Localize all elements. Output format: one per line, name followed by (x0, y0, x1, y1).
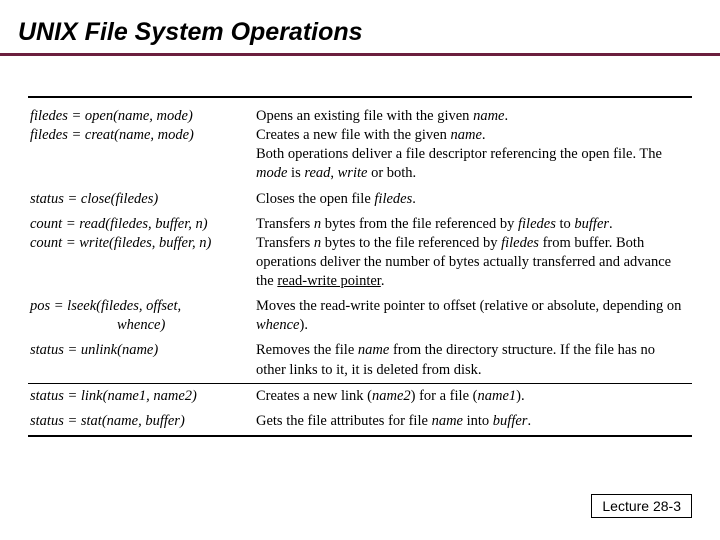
op-desc-stat: Gets the file attributes for file name i… (254, 409, 692, 436)
op-desc-lseek: Moves the read-write pointer to offset (… (254, 294, 692, 338)
table-row: count = read(filedes, buffer, n) count =… (28, 212, 692, 295)
operations-table: filedes = open(name, mode) filedes = cre… (28, 96, 692, 437)
op-desc-close: Closes the open file filedes. (254, 187, 692, 212)
table-row: status = close(filedes) Closes the open … (28, 187, 692, 212)
op-desc-link: Creates a new link (name2) for a file (n… (254, 383, 692, 409)
table-row: status = unlink(name) Removes the file n… (28, 338, 692, 383)
op-call-close: status = close(filedes) (28, 187, 254, 212)
op-call-link: status = link(name1, name2) (28, 383, 254, 409)
slide-number: Lecture 28-3 (591, 494, 692, 518)
op-desc-open-creat: Opens an existing file with the given na… (254, 104, 692, 187)
op-desc-read-write: Transfers n bytes from the file referenc… (254, 212, 692, 295)
slide-title: UNIX File System Operations (0, 0, 720, 56)
op-call-unlink: status = unlink(name) (28, 338, 254, 383)
op-call-read-write: count = read(filedes, buffer, n) count =… (28, 212, 254, 295)
operations-table-container: filedes = open(name, mode) filedes = cre… (0, 56, 720, 437)
op-call-stat: status = stat(name, buffer) (28, 409, 254, 436)
op-desc-unlink: Removes the file name from the directory… (254, 338, 692, 383)
table-row: status = link(name1, name2) Creates a ne… (28, 383, 692, 409)
table-row: status = stat(name, buffer) Gets the fil… (28, 409, 692, 436)
table-row: filedes = open(name, mode) filedes = cre… (28, 104, 692, 187)
op-call-lseek: pos = lseek(filedes, offset, whence) (28, 294, 254, 338)
table-row: pos = lseek(filedes, offset, whence) Mov… (28, 294, 692, 338)
op-call-open-creat: filedes = open(name, mode) filedes = cre… (28, 104, 254, 187)
